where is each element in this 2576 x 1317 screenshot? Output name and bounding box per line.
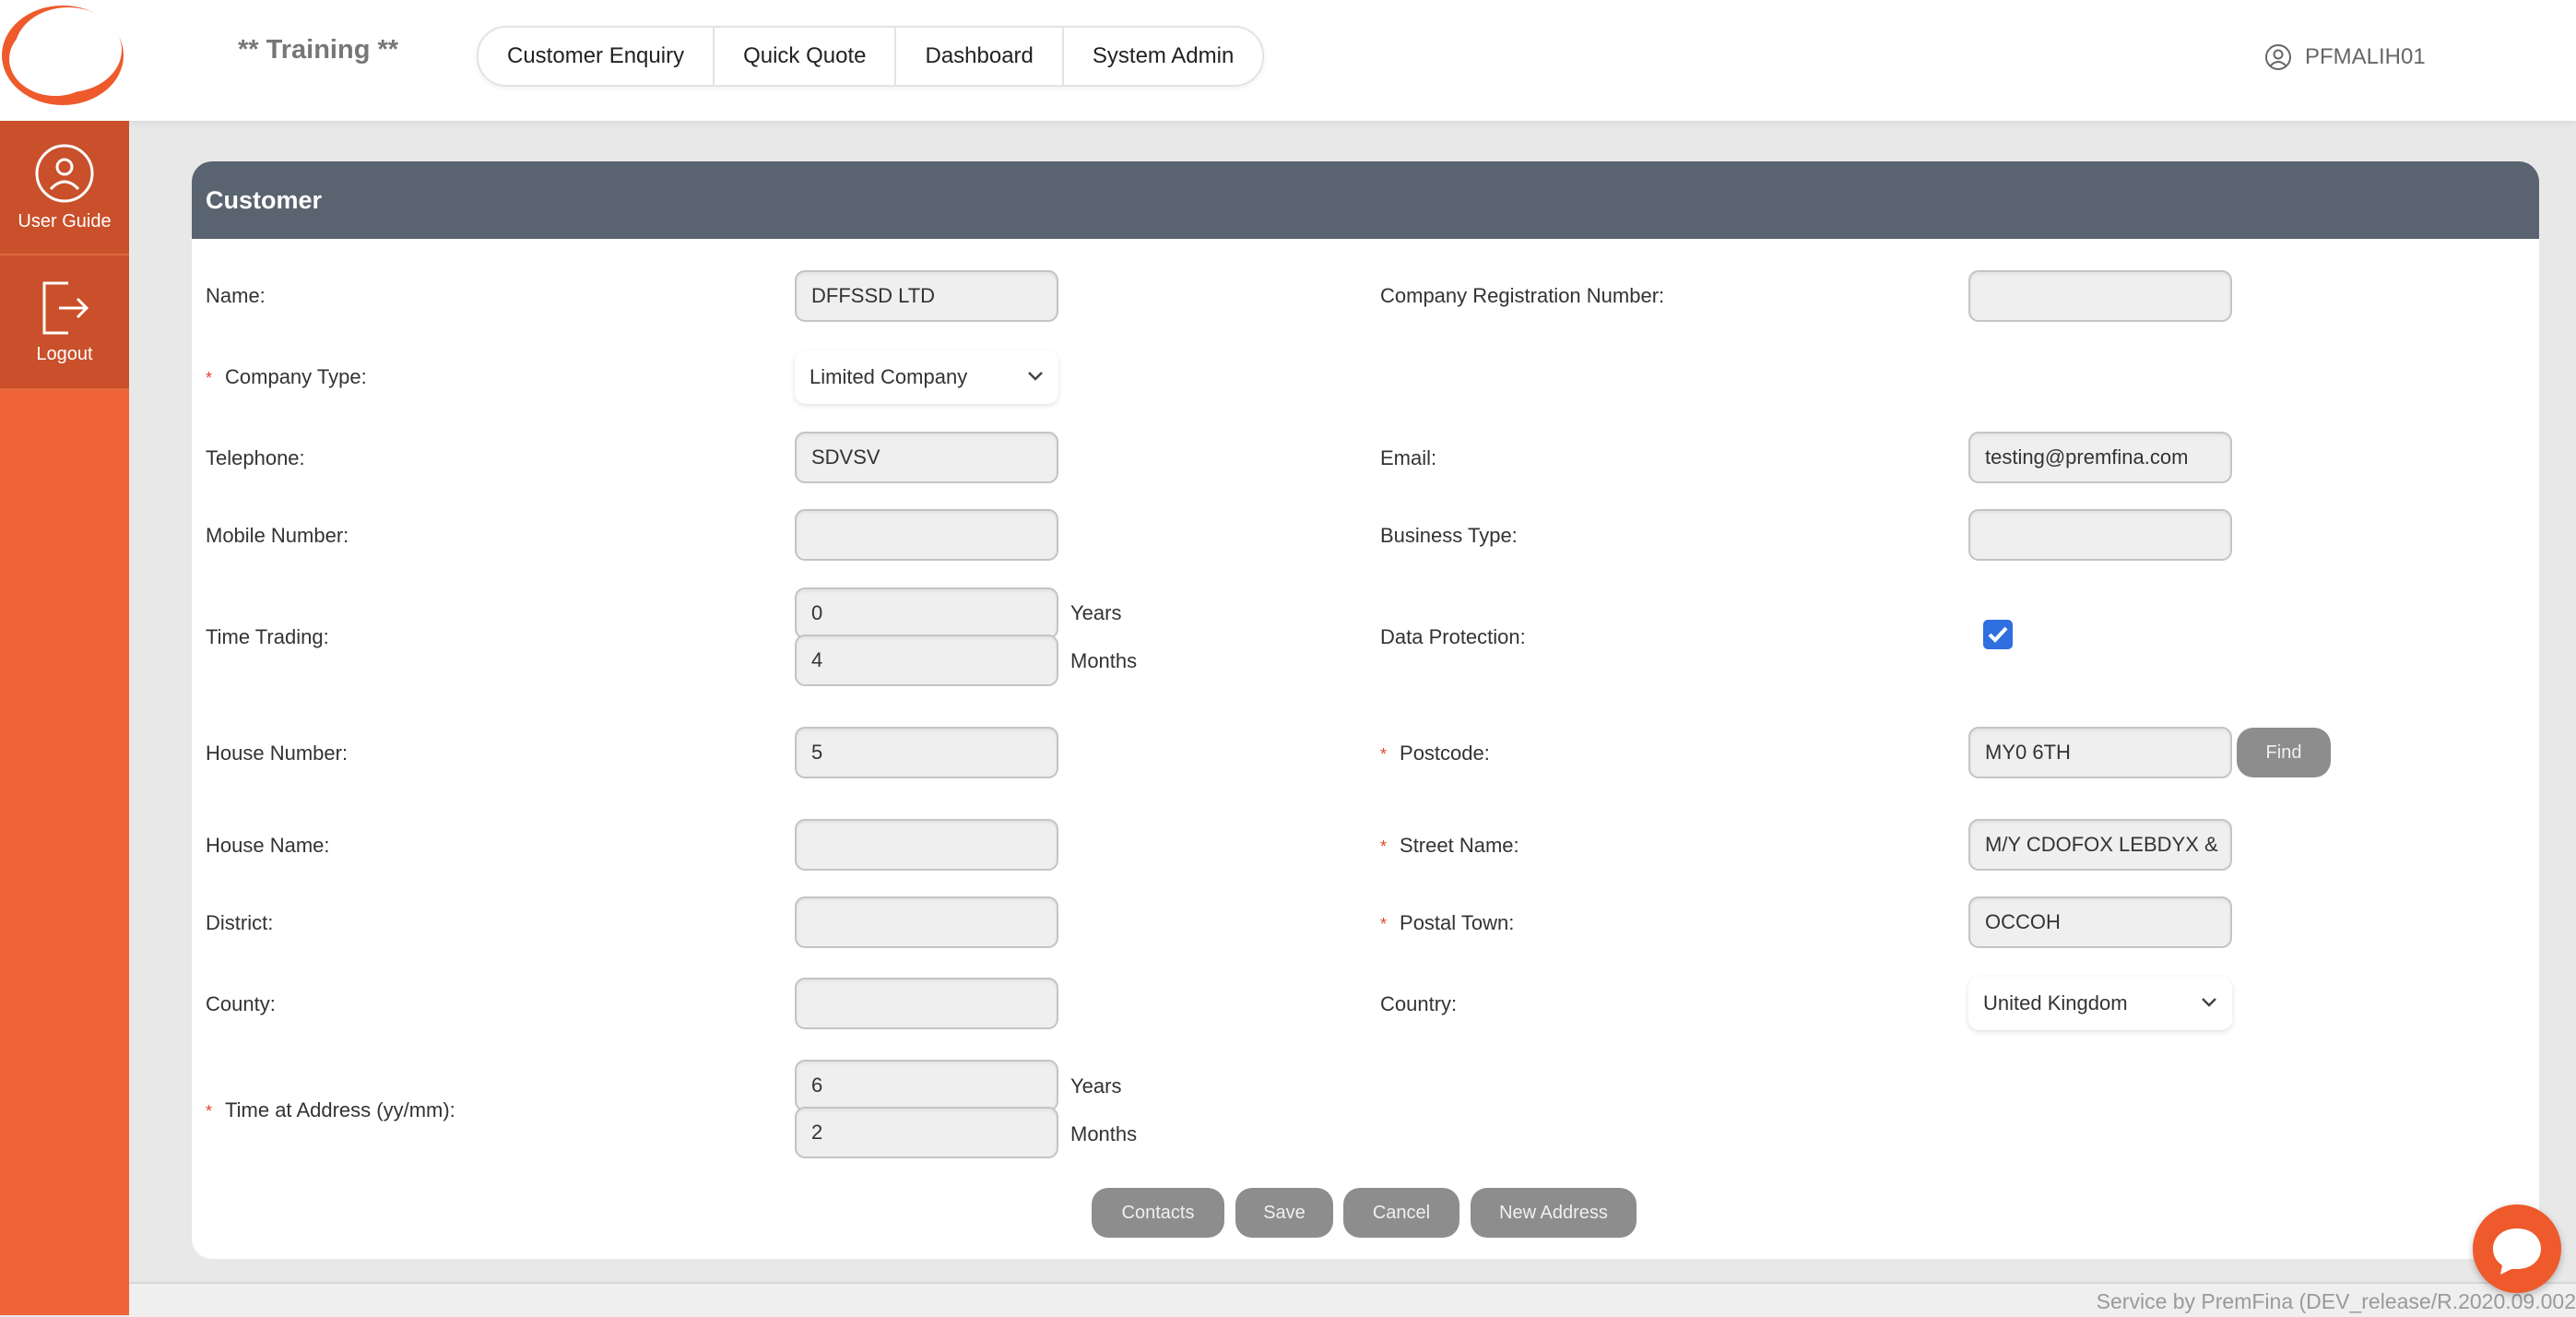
company-logo [2, 6, 124, 105]
time-at-address-months-input[interactable]: 2 [795, 1107, 1058, 1158]
required-marker: * [206, 1102, 213, 1121]
environment-label: ** Training ** [238, 35, 399, 65]
contacts-button[interactable]: Contacts [1092, 1188, 1224, 1238]
country-label: Country: [1380, 992, 1458, 1015]
required-marker: * [1380, 745, 1388, 764]
company-type-label: * Company Type: [206, 365, 367, 388]
name-input[interactable]: DFFSSD LTD [795, 270, 1058, 322]
county-input[interactable] [795, 978, 1058, 1029]
telephone-label: Telephone: [206, 446, 305, 469]
postcode-input[interactable]: MY0 6TH [1968, 727, 2232, 778]
chevron-down-icon [2202, 998, 2216, 1007]
logout-button[interactable]: Logout [0, 255, 129, 390]
street-name-label: * Street Name: [1380, 834, 1519, 857]
company-registration-input[interactable] [1968, 270, 2232, 322]
house-name-label: House Name: [206, 834, 330, 857]
save-button[interactable]: Save [1235, 1188, 1333, 1238]
username: PFMALIH01 [2305, 44, 2426, 69]
required-marker: * [206, 369, 213, 387]
chat-bubble-icon [2493, 1228, 2541, 1275]
years-unit-label: Years [1070, 601, 1122, 624]
card-title: Customer [192, 161, 2539, 239]
chevron-down-icon [1028, 372, 1043, 381]
company-registration-label: Company Registration Number: [1380, 284, 1665, 307]
top-header: ** Training ** Customer Enquiry Quick Qu… [0, 0, 2576, 121]
district-input[interactable] [795, 896, 1058, 948]
find-address-button[interactable]: Find [2237, 728, 2331, 777]
business-type-label: Business Type: [1380, 524, 1518, 547]
required-marker: * [1380, 837, 1388, 856]
house-name-input[interactable] [795, 819, 1058, 871]
nav-quick-quote[interactable]: Quick Quote [715, 28, 897, 85]
chat-button[interactable] [2473, 1204, 2561, 1293]
telephone-input[interactable]: SDVSV [795, 432, 1058, 483]
logout-label: Logout [36, 343, 93, 364]
nav-dashboard[interactable]: Dashboard [896, 28, 1064, 85]
cancel-button[interactable]: Cancel [1343, 1188, 1459, 1238]
postal-town-input[interactable]: OCCOH [1968, 896, 2232, 948]
time-trading-years-input[interactable]: 0 [795, 587, 1058, 639]
mobile-number-label: Mobile Number: [206, 524, 349, 547]
data-protection-checkbox[interactable] [1983, 620, 2013, 649]
new-address-button[interactable]: New Address [1471, 1188, 1637, 1238]
time-at-address-years-input[interactable]: 6 [795, 1060, 1058, 1111]
years-unit-label: Years [1070, 1074, 1122, 1098]
user-guide-label: User Guide [18, 210, 112, 231]
user-menu[interactable]: PFMALIH01 [2264, 41, 2426, 74]
time-at-address-label: * Time at Address (yy/mm): [206, 1098, 455, 1121]
business-type-input[interactable] [1968, 509, 2232, 561]
company-type-select[interactable]: Limited Company [795, 350, 1058, 404]
sidebar: User Guide Logout [0, 121, 129, 1315]
mobile-number-input[interactable] [795, 509, 1058, 561]
postal-town-label: * Postal Town: [1380, 911, 1515, 934]
country-select[interactable]: United Kingdom [1968, 977, 2232, 1030]
email-label: Email: [1380, 446, 1437, 469]
time-trading-label: Time Trading: [206, 625, 329, 648]
checkmark-icon [1988, 626, 2008, 643]
time-trading-months-input[interactable]: 4 [795, 635, 1058, 686]
district-label: District: [206, 911, 274, 934]
house-number-input[interactable]: 5 [795, 727, 1058, 778]
user-guide-icon [35, 144, 94, 202]
logout-icon [42, 281, 89, 334]
customer-card: Customer Name: DFFSSD LTD Company Regist… [192, 161, 2539, 1259]
name-label: Name: [206, 284, 266, 307]
nav-system-admin[interactable]: System Admin [1064, 28, 1262, 85]
top-navigation: Customer Enquiry Quick Quote Dashboard S… [477, 26, 1265, 87]
user-circle-icon [2265, 44, 2291, 70]
footer-service-text: Service by PremFina (DEV_release/R.2020.… [2096, 1289, 2576, 1313]
months-unit-label: Months [1070, 1122, 1138, 1145]
user-guide-button[interactable]: User Guide [0, 121, 129, 255]
data-protection-label: Data Protection: [1380, 625, 1526, 648]
street-name-input[interactable]: M/Y CDOFOX LEBDYX & [1968, 819, 2232, 871]
county-label: County: [206, 992, 276, 1015]
postcode-label: * Postcode: [1380, 742, 1490, 765]
email-input[interactable]: testing@premfina.com [1968, 432, 2232, 483]
months-unit-label: Months [1070, 649, 1138, 672]
house-number-label: House Number: [206, 742, 349, 765]
nav-customer-enquiry[interactable]: Customer Enquiry [479, 28, 715, 85]
required-marker: * [1380, 915, 1388, 933]
